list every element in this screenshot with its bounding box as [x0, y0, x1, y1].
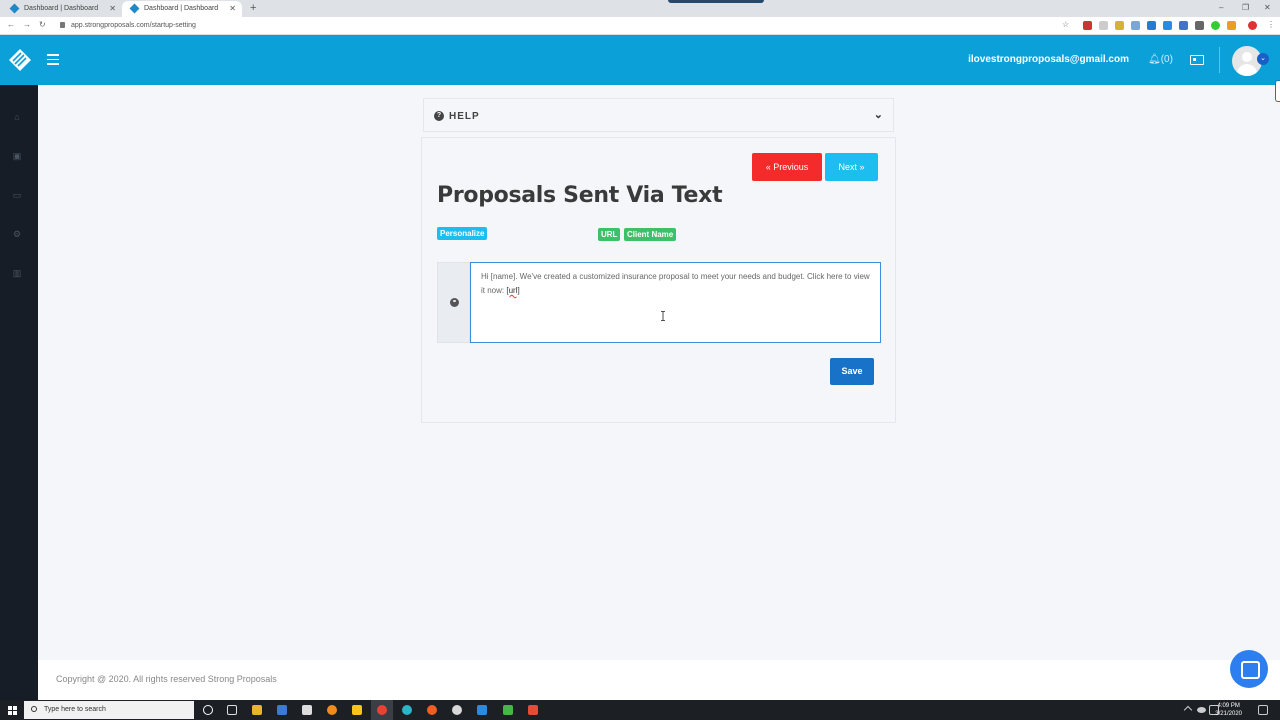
back-icon[interactable]: ←	[7, 20, 15, 29]
url-tag-button[interactable]: URL	[598, 228, 621, 241]
home-icon[interactable]: ⌂	[12, 112, 22, 122]
extension-icon[interactable]	[1163, 21, 1172, 30]
clock-date: 3/21/2020	[1215, 711, 1242, 717]
question-circle-icon: ?	[434, 111, 444, 121]
camtasia-icon[interactable]	[503, 705, 513, 715]
url-placeholder-token: [url]	[506, 286, 520, 295]
extension-icon[interactable]	[1099, 21, 1108, 30]
file-explorer-icon[interactable]	[252, 705, 262, 715]
url-field[interactable]: app.strongproposals.com/startup-setting	[71, 22, 196, 29]
window-drag-handle[interactable]	[668, 0, 764, 3]
clock-time: 4:09 PM	[1217, 703, 1240, 709]
user-circle-icon	[450, 298, 459, 307]
id-card-icon[interactable]: ▭	[12, 190, 22, 200]
lock-icon	[60, 22, 65, 28]
extension-icon[interactable]	[1131, 21, 1140, 30]
settings-icon[interactable]: ⚙	[12, 229, 22, 239]
notifications-icon[interactable]	[1258, 705, 1268, 715]
app-icon[interactable]	[327, 705, 337, 715]
maximize-icon[interactable]: ❐	[1242, 3, 1249, 12]
extension-icon[interactable]	[1227, 21, 1236, 30]
contacts-icon[interactable]: ▣	[12, 151, 22, 161]
extension-icon[interactable]	[1115, 21, 1124, 30]
profile-icon[interactable]	[1248, 21, 1257, 30]
strong-proposals-logo[interactable]	[8, 48, 32, 72]
favicon-icon	[129, 3, 140, 14]
footer: Copyright @ 2020. All rights reserved St…	[38, 660, 1280, 700]
system-clock[interactable]: 4:09 PM 3/21/2020	[1215, 702, 1242, 718]
tab-title: Dashboard | Dashboard	[144, 5, 219, 12]
extension-icon[interactable]	[1195, 21, 1204, 30]
close-window-icon[interactable]: ✕	[1264, 3, 1271, 12]
chrome-icon[interactable]	[377, 705, 387, 715]
edge-icon[interactable]	[402, 705, 412, 715]
message-text: Hi [name]. We've created a customized in…	[481, 272, 870, 295]
close-tab-icon[interactable]: ✕	[109, 4, 116, 13]
extension-icon[interactable]	[1147, 21, 1156, 30]
app-icon[interactable]	[528, 705, 538, 715]
notifications-button[interactable]: 🔔︎(0)	[1148, 54, 1173, 65]
next-button[interactable]: Next »	[825, 153, 878, 181]
personalize-label: Personalize	[437, 227, 488, 240]
new-tab-icon[interactable]: +	[250, 2, 256, 14]
tab-title: Dashboard | Dashboard	[24, 5, 99, 12]
search-icon	[31, 706, 37, 712]
task-view-icon[interactable]	[227, 705, 237, 715]
bookmark-star-icon[interactable]: ☆	[1062, 20, 1069, 29]
search-placeholder: Type here to search	[44, 706, 106, 713]
sidebar: ⌂ ▣ ▭ ⚙ ▥	[0, 85, 38, 700]
setup-card: « Previous Next » Proposals Sent Via Tex…	[421, 137, 896, 423]
onedrive-icon[interactable]	[1197, 707, 1206, 713]
hamburger-menu-icon[interactable]	[47, 54, 59, 68]
menu-dots-icon[interactable]: ⋮	[1267, 20, 1275, 29]
side-panel-tab[interactable]	[1275, 80, 1280, 102]
os-taskbar: Type here to search 4:09 PM 3/21/2020	[0, 700, 1280, 720]
windows-start-icon[interactable]	[8, 706, 17, 715]
extension-icon[interactable]	[1211, 21, 1220, 30]
store-icon[interactable]	[302, 705, 312, 715]
chevron-down-icon[interactable]: ⌄	[874, 108, 883, 121]
message-input-group: Hi [name]. We've created a customized in…	[437, 262, 881, 343]
browser-tabbar: Dashboard | Dashboard ✕ Dashboard | Dash…	[0, 0, 1280, 17]
close-tab-icon[interactable]: ✕	[229, 4, 236, 13]
client-name-tag-button[interactable]: Client Name	[624, 228, 677, 241]
help-accordion[interactable]: ? HELP ⌄	[423, 98, 894, 132]
favicon-icon	[9, 3, 20, 14]
firefox-icon[interactable]	[427, 705, 437, 715]
chart-icon[interactable]: ▥	[12, 268, 22, 278]
input-addon	[437, 262, 470, 343]
extension-icon[interactable]	[1083, 21, 1092, 30]
message-textarea[interactable]: Hi [name]. We've created a customized in…	[470, 262, 881, 343]
divider	[1219, 47, 1220, 73]
forward-icon[interactable]: →	[23, 20, 31, 29]
browser-tab[interactable]: Dashboard | Dashboard ✕	[2, 1, 122, 17]
skype-icon[interactable]	[477, 705, 487, 715]
help-label: HELP	[449, 111, 480, 122]
app-icon[interactable]	[452, 705, 462, 715]
extension-icon[interactable]	[1179, 21, 1188, 30]
chat-widget-button[interactable]	[1230, 650, 1268, 688]
mail-icon[interactable]	[277, 705, 287, 715]
app-header: ilovestrongproposals@gmail.com 🔔︎(0)	[0, 35, 1280, 85]
app-icon[interactable]	[352, 705, 362, 715]
text-cursor-icon	[661, 311, 665, 321]
page-title: Proposals Sent Via Text	[437, 183, 723, 208]
address-bar: ← → ↻ app.strongproposals.com/startup-se…	[0, 17, 1280, 35]
notification-count: (0)	[1160, 54, 1173, 65]
chevron-down-icon[interactable]: ⌄	[1257, 53, 1269, 65]
copyright-text: Copyright @ 2020. All rights reserved St…	[56, 674, 277, 684]
taskbar-search-input[interactable]: Type here to search	[24, 701, 194, 719]
tray-chevron-icon[interactable]	[1183, 705, 1193, 715]
bell-icon: 🔔︎	[1148, 54, 1161, 65]
previous-button[interactable]: « Previous	[752, 153, 822, 181]
reload-icon[interactable]: ↻	[39, 20, 46, 29]
id-card-icon[interactable]	[1190, 55, 1204, 65]
cortana-icon[interactable]	[203, 705, 213, 715]
minimize-icon[interactable]: –	[1219, 3, 1223, 12]
browser-tab-active[interactable]: Dashboard | Dashboard ✕	[122, 1, 242, 17]
user-email[interactable]: ilovestrongproposals@gmail.com	[968, 54, 1129, 65]
save-button[interactable]: Save	[830, 358, 874, 385]
